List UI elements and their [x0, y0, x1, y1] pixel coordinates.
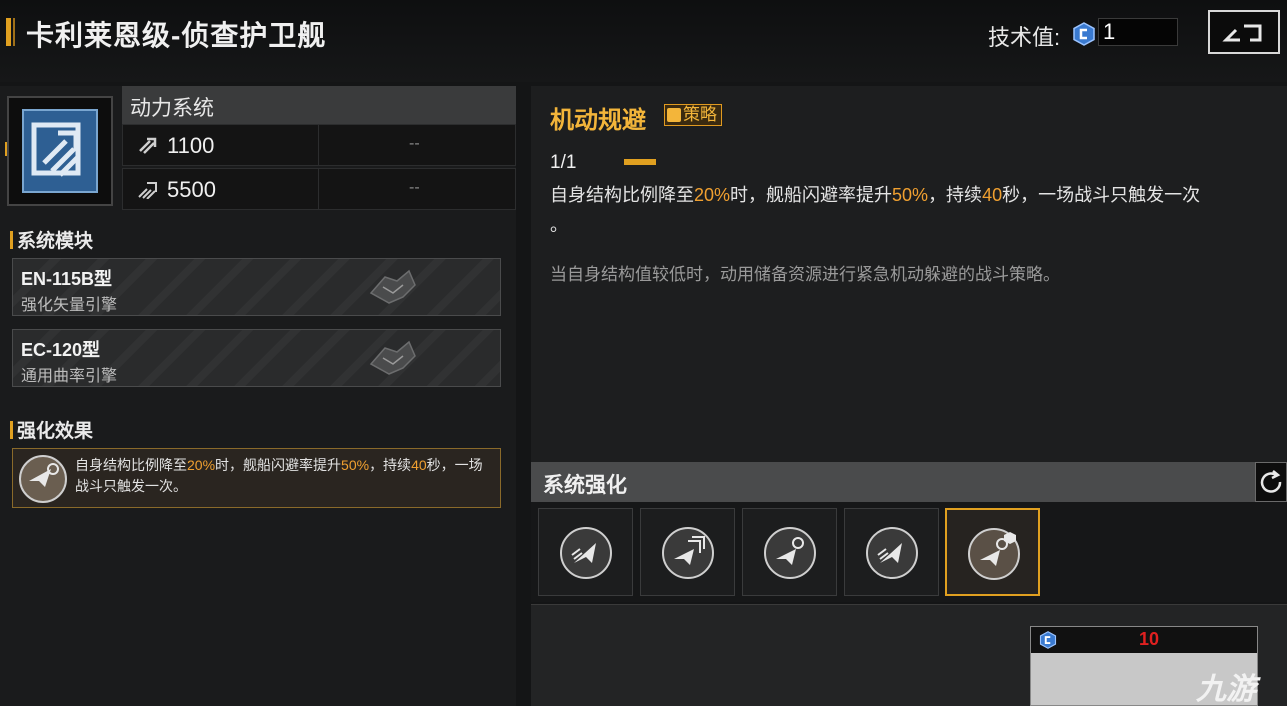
enhance-section-title: 系统强化 — [531, 462, 1287, 502]
stat-value: 5500 — [167, 177, 216, 202]
level-progress-bar — [624, 159, 656, 165]
skill-detail-panel: 机动规避 策略 1/1 自身结构比例降至20%时，舰船闪避率提升50%，持续40… — [531, 86, 1287, 462]
stat-row: 1100 -- — [122, 124, 516, 166]
watermark-logo: 九游 — [1196, 673, 1256, 706]
cost-value: 10 — [1139, 629, 1160, 649]
tech-point-icon — [1039, 631, 1057, 649]
enhance-slot[interactable] — [742, 508, 837, 596]
strategy-badge: 策略 — [664, 104, 722, 126]
title-accent-secondary — [13, 18, 15, 46]
engine-model-icon — [369, 340, 416, 375]
skill-level: 1/1 — [550, 152, 577, 173]
cost-header: 10 — [1031, 627, 1257, 653]
enhance-slot[interactable] — [538, 508, 633, 596]
module-subtitle: 通用曲率引擎 — [21, 368, 118, 385]
boost-jet-icon — [662, 527, 714, 579]
section-accent — [10, 231, 13, 249]
back-button[interactable] — [1208, 10, 1280, 54]
thrust-jet-icon — [866, 527, 918, 579]
stat-value: 1100 — [167, 133, 215, 158]
tech-value-field: 1 — [1098, 18, 1178, 46]
thrust-jet-icon — [560, 527, 612, 579]
engine-chevron-icon — [22, 109, 98, 193]
top-bar: 卡利莱恩级-侦查护卫舰 技术值: 1 — [0, 0, 1287, 82]
refresh-icon — [1260, 470, 1282, 493]
system-icon-frame[interactable] — [7, 96, 113, 206]
effect-card: 自身结构比例降至20%时，舰船闪避率提升50%，持续40秒，一场战斗只触发一次。 — [12, 448, 501, 508]
left-panel: 动力系统 1100 -- 5500 -- 系统模块 EN-115B型 强化矢量引… — [0, 86, 516, 706]
module-item[interactable]: EN-115B型 强化矢量引擎 — [12, 258, 501, 316]
module-item[interactable]: EC-120型 通用曲率引擎 — [12, 329, 501, 387]
strategy-icon — [667, 108, 681, 122]
evade-jet-icon — [764, 527, 816, 579]
engine-model-icon — [369, 269, 416, 304]
skill-description: 自身结构比例降至20%时，舰船闪避率提升50%，持续40秒，一场战斗只触发一次。 — [550, 185, 1201, 235]
effect-text: 自身结构比例降至20%时，舰船闪避率提升50%，持续40秒，一场战斗只触发一次。 — [75, 457, 483, 494]
skill-title: 机动规避 — [550, 107, 646, 134]
evade-strategy-icon — [19, 455, 67, 503]
section-accent — [10, 421, 13, 439]
enhance-slot[interactable] — [640, 508, 735, 596]
speed-icon — [139, 137, 157, 154]
tech-value-label: 技术值: — [988, 25, 1061, 50]
modules-section-title: 系统模块 — [10, 226, 93, 253]
evade-strategy-icon — [968, 528, 1020, 580]
enhance-slot[interactable] — [844, 508, 939, 596]
module-name: EN-115B型 — [21, 269, 113, 289]
module-name: EC-120型 — [21, 340, 101, 360]
effects-section-title: 强化效果 — [10, 416, 93, 443]
skill-flavor-text: 当自身结构值较低时，动用储备资源进行紧急机动躲避的战斗策略。 — [550, 265, 1060, 284]
warp-speed-icon — [138, 182, 157, 199]
stat-cell: 5500 — [123, 169, 319, 209]
enhance-slot-selected[interactable] — [945, 508, 1040, 596]
system-name: 动力系统 — [122, 86, 516, 124]
title-accent — [6, 18, 11, 46]
module-subtitle: 强化矢量引擎 — [21, 297, 118, 314]
page-title: 卡利莱恩级-侦查护卫舰 — [26, 20, 327, 51]
enhance-slots — [531, 502, 1287, 602]
refresh-button[interactable] — [1255, 462, 1287, 502]
back-arrow-icon — [1222, 24, 1262, 42]
stat-extra: -- — [409, 135, 420, 152]
stat-cell: 1100 — [123, 125, 319, 165]
tech-point-icon — [1073, 22, 1095, 46]
stat-row: 5500 -- — [122, 168, 516, 210]
stat-extra: -- — [409, 179, 420, 196]
